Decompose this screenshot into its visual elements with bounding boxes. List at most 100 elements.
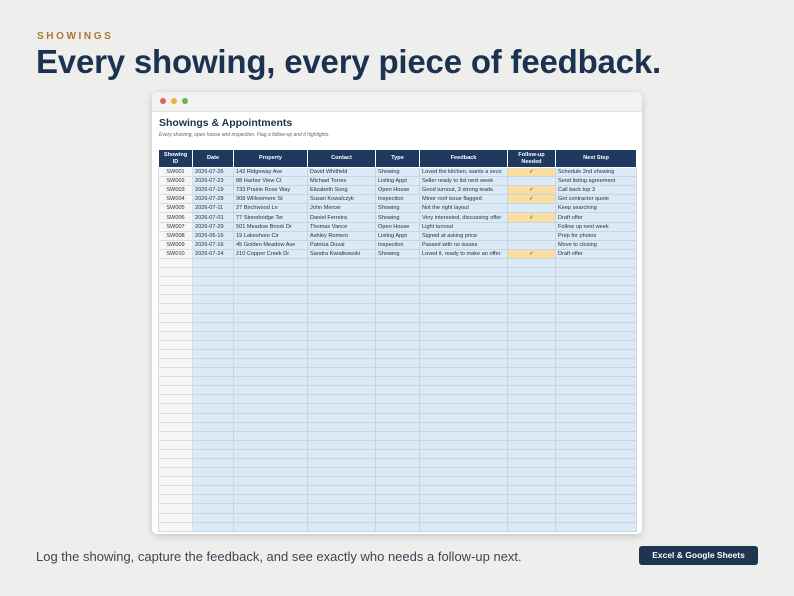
- empty-cell[interactable]: [419, 330, 508, 341]
- empty-cell[interactable]: [233, 267, 308, 278]
- empty-cell[interactable]: [192, 339, 234, 350]
- minimize-window-icon[interactable]: [171, 98, 177, 104]
- empty-cell[interactable]: [158, 294, 193, 305]
- empty-cell[interactable]: [233, 412, 308, 423]
- empty-cell[interactable]: [419, 457, 508, 469]
- empty-cell[interactable]: [507, 503, 556, 514]
- empty-cell[interactable]: [507, 321, 556, 332]
- empty-cell[interactable]: [555, 503, 637, 514]
- cell-contact[interactable]: John Mercer: [307, 203, 376, 214]
- cell-date[interactable]: 2026-07-11: [192, 203, 234, 214]
- empty-cell[interactable]: [158, 376, 193, 387]
- empty-cell[interactable]: [555, 494, 637, 505]
- empty-cell[interactable]: [419, 430, 508, 441]
- empty-cell[interactable]: [507, 330, 556, 341]
- empty-cell[interactable]: [233, 321, 308, 332]
- empty-cell[interactable]: [555, 348, 637, 359]
- empty-cell[interactable]: [555, 439, 637, 450]
- empty-cell[interactable]: [307, 294, 376, 305]
- cell-showing-id[interactable]: SW008: [158, 230, 193, 241]
- cell-feedback[interactable]: Not the right layout: [419, 203, 508, 214]
- empty-cell[interactable]: [158, 267, 193, 278]
- cell-property[interactable]: 733 Prairie Rose Way: [233, 185, 308, 196]
- empty-cell[interactable]: [507, 521, 556, 532]
- empty-cell[interactable]: [233, 457, 308, 469]
- empty-cell[interactable]: [507, 467, 556, 478]
- empty-cell[interactable]: [507, 403, 556, 414]
- empty-cell[interactable]: [158, 321, 193, 332]
- empty-cell[interactable]: [233, 430, 308, 441]
- empty-cell[interactable]: [419, 467, 508, 478]
- empty-cell[interactable]: [375, 494, 420, 505]
- empty-cell[interactable]: [419, 494, 508, 505]
- empty-cell[interactable]: [307, 257, 376, 269]
- empty-cell[interactable]: [192, 394, 234, 405]
- empty-cell[interactable]: [507, 303, 556, 314]
- empty-cell[interactable]: [158, 485, 193, 496]
- cell-next-step[interactable]: Move to closing: [555, 239, 637, 250]
- cell-showing-id[interactable]: SW003: [158, 185, 193, 196]
- empty-cell[interactable]: [192, 476, 234, 487]
- empty-cell[interactable]: [419, 503, 508, 514]
- empty-cell[interactable]: [233, 330, 308, 341]
- empty-cell[interactable]: [192, 257, 234, 269]
- cell-type[interactable]: Inspection: [375, 239, 420, 250]
- empty-cell[interactable]: [555, 476, 637, 487]
- empty-cell[interactable]: [233, 503, 308, 514]
- cell-feedback[interactable]: Seller ready to list next week: [419, 176, 508, 187]
- empty-cell[interactable]: [192, 321, 234, 332]
- cell-follow-up[interactable]: [507, 221, 556, 232]
- column-header-date[interactable]: Date: [192, 149, 234, 168]
- cell-feedback[interactable]: Very interested, discussing offer: [419, 212, 508, 223]
- empty-cell[interactable]: [419, 403, 508, 414]
- empty-cell[interactable]: [233, 294, 308, 305]
- empty-cell[interactable]: [158, 276, 193, 287]
- cell-contact[interactable]: David Whitfield: [307, 166, 376, 178]
- empty-cell[interactable]: [375, 257, 420, 269]
- empty-cell[interactable]: [507, 385, 556, 396]
- cell-follow-up[interactable]: ✓: [507, 248, 556, 259]
- empty-cell[interactable]: [375, 421, 420, 432]
- empty-cell[interactable]: [158, 503, 193, 514]
- empty-cell[interactable]: [158, 494, 193, 505]
- empty-cell[interactable]: [555, 257, 637, 269]
- cell-next-step[interactable]: Keep searching: [555, 203, 637, 214]
- cell-property[interactable]: 501 Meadow Brook Dr: [233, 221, 308, 232]
- empty-cell[interactable]: [375, 503, 420, 514]
- empty-cell[interactable]: [419, 448, 508, 460]
- empty-cell[interactable]: [419, 476, 508, 487]
- empty-cell[interactable]: [233, 257, 308, 269]
- cell-follow-up[interactable]: ✓: [507, 185, 556, 196]
- empty-cell[interactable]: [192, 457, 234, 469]
- empty-cell[interactable]: [158, 257, 193, 269]
- empty-cell[interactable]: [375, 412, 420, 423]
- cell-property[interactable]: 210 Copper Creek Dr: [233, 248, 308, 259]
- empty-cell[interactable]: [233, 312, 308, 323]
- empty-cell[interactable]: [507, 485, 556, 496]
- empty-cell[interactable]: [555, 321, 637, 332]
- empty-cell[interactable]: [192, 403, 234, 414]
- empty-cell[interactable]: [233, 285, 308, 296]
- empty-cell[interactable]: [307, 439, 376, 450]
- cell-date[interactable]: 2026-07-23: [192, 176, 234, 187]
- empty-cell[interactable]: [375, 312, 420, 323]
- empty-cell[interactable]: [192, 439, 234, 450]
- cell-property[interactable]: 142 Ridgeway Ave: [233, 166, 308, 178]
- empty-cell[interactable]: [419, 485, 508, 496]
- empty-cell[interactable]: [192, 467, 234, 478]
- empty-cell[interactable]: [555, 467, 637, 478]
- column-header-follow-up-needed[interactable]: Follow-up Needed: [507, 149, 556, 168]
- empty-cell[interactable]: [555, 330, 637, 341]
- cell-property[interactable]: 45 Golden Meadow Ave: [233, 239, 308, 250]
- empty-cell[interactable]: [507, 421, 556, 432]
- empty-cell[interactable]: [307, 348, 376, 359]
- empty-cell[interactable]: [307, 457, 376, 469]
- empty-cell[interactable]: [507, 430, 556, 441]
- empty-cell[interactable]: [158, 357, 193, 369]
- empty-cell[interactable]: [158, 394, 193, 405]
- cell-next-step[interactable]: Get contractor quote: [555, 194, 637, 205]
- empty-cell[interactable]: [555, 276, 637, 287]
- cell-date[interactable]: 2026-07-19: [192, 185, 234, 196]
- empty-cell[interactable]: [192, 421, 234, 432]
- empty-cell[interactable]: [192, 376, 234, 387]
